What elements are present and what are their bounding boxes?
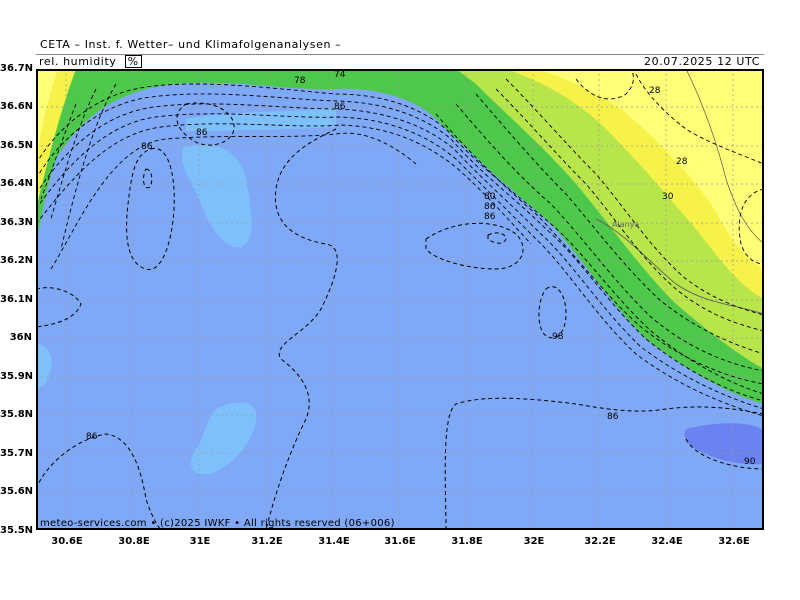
lat-label: 35.5N xyxy=(0,525,34,536)
lon-label: 31.8E xyxy=(451,536,483,547)
lat-label: 36.2N xyxy=(0,255,34,266)
contour-label: 86 xyxy=(86,432,98,442)
place-label: Alanya xyxy=(612,220,639,229)
lon-label: 32.4E xyxy=(651,536,683,547)
contour-label: 30 xyxy=(662,192,674,202)
contour-label: 86 xyxy=(484,202,496,212)
lat-label: 36N xyxy=(9,332,32,343)
contour-label: 86 xyxy=(141,142,153,152)
lat-label: 36.4N xyxy=(0,178,34,189)
contour-label: 90 xyxy=(744,457,756,467)
lon-label: 31.2E xyxy=(251,536,283,547)
contour-label: 80 xyxy=(484,192,496,202)
humidity-map: 78 74 86 86 86 86 28 28 30 80 86 98 86 9… xyxy=(36,69,764,530)
lat-label: 36.7N xyxy=(0,63,34,74)
lat-label: 36.3N xyxy=(0,217,34,228)
copyright-credit: meteo-services.com • (c)2025 IWKF • All … xyxy=(40,518,395,529)
lat-label: 36.6N xyxy=(0,101,34,112)
contour-label: 86 xyxy=(484,212,496,222)
valid-time: 20.07.2025 12 UTC xyxy=(644,55,760,68)
chart-title: CETA – Inst. f. Wetter– und Klimafolgena… xyxy=(40,38,342,51)
lon-label: 30.8E xyxy=(118,536,150,547)
parameter-name: rel. humidity xyxy=(39,55,117,68)
parameter-label: rel. humidity % xyxy=(39,55,142,68)
lon-label: 31E xyxy=(189,536,211,547)
lat-label: 35.8N xyxy=(0,409,34,420)
lon-label: 32.2E xyxy=(584,536,616,547)
contour-label: 86 xyxy=(607,412,619,422)
contour-label: 28 xyxy=(676,157,688,167)
lon-label: 31.6E xyxy=(384,536,416,547)
contour-label: 86 xyxy=(196,128,208,138)
contour-label: 98 xyxy=(552,332,564,342)
lon-label: 31.4E xyxy=(318,536,350,547)
lat-label: 36.1N xyxy=(0,294,34,305)
unit-box: % xyxy=(124,55,142,68)
lon-label: 32.6E xyxy=(718,536,750,547)
contour-label: 74 xyxy=(334,70,346,80)
header-row: rel. humidity % 20.07.2025 12 UTC xyxy=(36,54,764,69)
contour-label: 28 xyxy=(649,86,661,96)
lon-label: 30.6E xyxy=(51,536,83,547)
lat-label: 35.6N xyxy=(0,486,34,497)
contour-label: 86 xyxy=(334,102,346,112)
lat-label: 35.7N xyxy=(0,448,34,459)
lon-label: 32E xyxy=(523,536,545,547)
contour-label: 78 xyxy=(294,76,306,86)
lat-label: 36.5N xyxy=(0,140,34,151)
lat-label: 35.9N xyxy=(0,371,34,382)
